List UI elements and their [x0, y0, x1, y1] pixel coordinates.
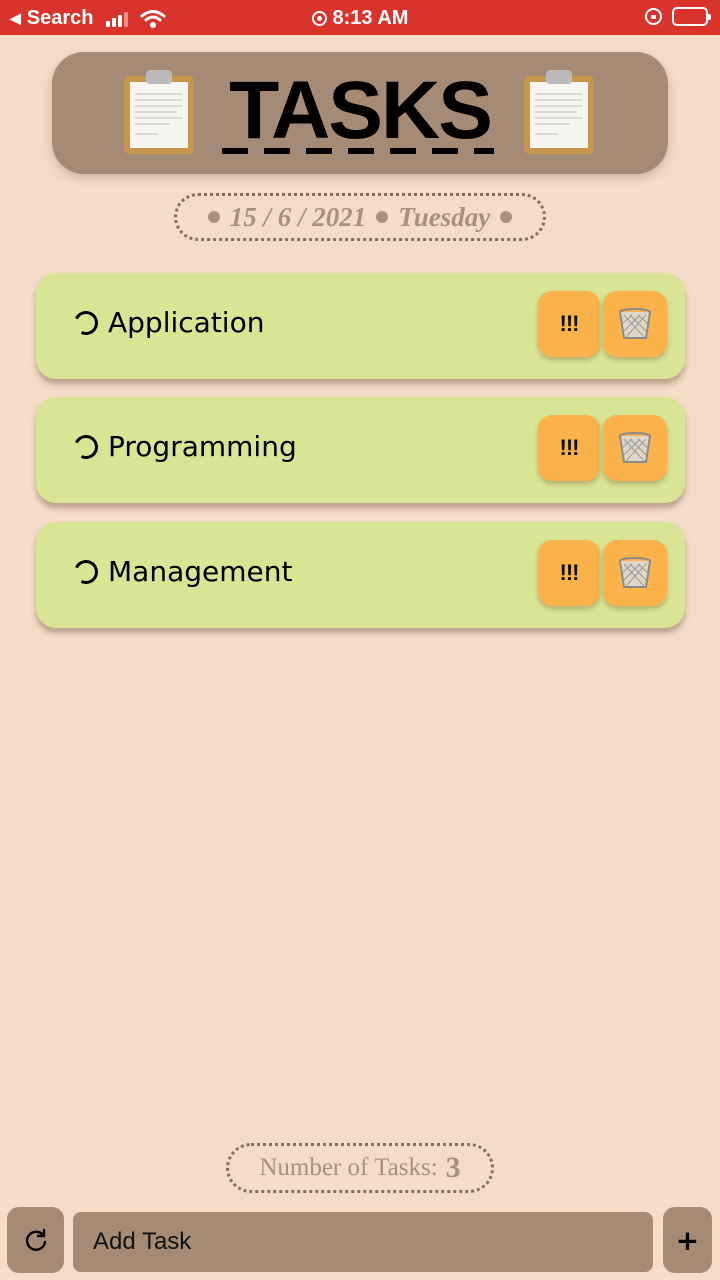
priority-button[interactable]: !!!	[538, 415, 600, 481]
refresh-button[interactable]	[7, 1207, 64, 1273]
status-right	[645, 7, 711, 26]
task-label: Programming	[108, 430, 297, 463]
status-time: 8:13 AM	[332, 7, 409, 29]
clipboard-icon	[524, 70, 594, 154]
task-item[interactable]: Management !!!	[36, 522, 685, 628]
add-task-button[interactable]: +	[663, 1207, 712, 1273]
task-label-row[interactable]: Programming	[70, 430, 297, 463]
bullet-dot	[500, 211, 513, 223]
task-label-row[interactable]: Management	[70, 555, 293, 588]
orientation-lock-icon	[645, 8, 662, 25]
trash-basket-icon	[619, 557, 651, 588]
priority-button[interactable]: !!!	[538, 291, 600, 357]
weekday-text: Tuesday	[398, 201, 491, 232]
task-counter-label: Number of Tasks:	[259, 1154, 438, 1181]
task-counter-value: 3	[445, 1151, 461, 1184]
status-time-area: 8:13 AM	[0, 7, 720, 30]
delete-button[interactable]	[603, 540, 667, 606]
task-status-circle-icon[interactable]	[70, 307, 102, 338]
priority-button[interactable]: !!!	[538, 540, 600, 606]
task-item[interactable]: Application !!!	[36, 273, 685, 379]
add-task-input[interactable]	[73, 1212, 653, 1272]
header-card: TASKS	[52, 52, 668, 174]
delete-button[interactable]	[603, 291, 667, 357]
date-text: 15 / 6 / 2021	[229, 201, 367, 232]
status-bar: ◀ Search 8:13 AM	[0, 0, 720, 35]
battery-icon	[672, 7, 711, 26]
bullet-dot	[376, 211, 389, 223]
task-status-circle-icon[interactable]	[70, 431, 102, 462]
task-label: Management	[108, 555, 293, 588]
delete-button[interactable]	[603, 415, 667, 481]
title-underline-dashes	[222, 148, 494, 154]
date-pill: 15 / 6 / 2021 Tuesday	[174, 193, 546, 241]
task-status-circle-icon[interactable]	[70, 556, 102, 587]
task-label-row[interactable]: Application	[70, 306, 265, 339]
refresh-icon	[25, 1228, 46, 1251]
trash-basket-icon	[619, 308, 651, 339]
trash-basket-icon	[619, 432, 651, 463]
screen-recording-icon	[311, 11, 327, 26]
task-item[interactable]: Programming !!!	[36, 397, 685, 503]
task-counter: Number of Tasks: 3	[226, 1143, 494, 1193]
task-label: Application	[108, 306, 265, 339]
bullet-dot	[207, 211, 220, 223]
